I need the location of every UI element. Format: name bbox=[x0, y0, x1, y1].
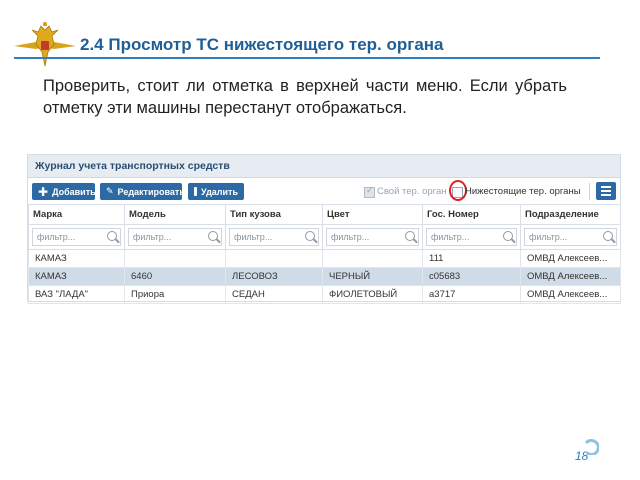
search-icon bbox=[503, 231, 513, 241]
cell-color bbox=[322, 249, 423, 268]
column-header-body-type[interactable]: Тип кузова bbox=[225, 204, 323, 225]
add-button-label: Добавить bbox=[52, 186, 96, 197]
trash-icon bbox=[194, 187, 198, 196]
filter-input-division[interactable]: фильтр... bbox=[524, 228, 617, 246]
page-arc-icon bbox=[584, 439, 599, 455]
cell-color: ЧЕРНЫЙ bbox=[322, 267, 423, 286]
plus-icon: ✚ bbox=[38, 184, 49, 199]
own-org-label: Свой тер. орган bbox=[377, 186, 447, 197]
filter-row: фильтр... фильтр... фильтр... фильтр... … bbox=[28, 224, 621, 250]
cell-plate: с05683 bbox=[422, 267, 521, 286]
column-header-division[interactable]: Подразделение bbox=[520, 204, 621, 225]
filter-input-color[interactable]: фильтр... bbox=[326, 228, 419, 246]
sub-org-label: Нижестоящие тер. органы bbox=[465, 186, 581, 197]
filter-placeholder: фильтр... bbox=[37, 232, 76, 242]
vehicle-table: Марка Модель Тип кузова Цвет Гос. Номер … bbox=[28, 204, 621, 304]
filter-input-body-type[interactable]: фильтр... bbox=[229, 228, 319, 246]
edit-button[interactable]: ✎ Редактировать bbox=[100, 183, 185, 200]
cell-color: ФИОЛЕТОВЫЙ bbox=[322, 285, 423, 304]
column-header-brand[interactable]: Марка bbox=[28, 204, 125, 225]
cell-model bbox=[124, 249, 226, 268]
cell-division: ОМВД Алексеев... bbox=[520, 285, 621, 304]
search-icon bbox=[305, 231, 315, 241]
cell-division: ОМВД Алексеев... bbox=[520, 249, 621, 268]
edit-icon: ✎ bbox=[106, 186, 114, 196]
cell-brand: КАМАЗ bbox=[28, 267, 125, 286]
delete-button-label: Удалить bbox=[201, 186, 238, 197]
filter-input-plate[interactable]: фильтр... bbox=[426, 228, 517, 246]
cell-division: ОМВД Алексеев... bbox=[520, 267, 621, 286]
vehicle-journal-panel: Журнал учета транспортных средств ✚ Доба… bbox=[27, 154, 621, 304]
filter-placeholder: фильтр... bbox=[234, 232, 273, 242]
title-underline bbox=[14, 57, 600, 59]
search-icon bbox=[208, 231, 218, 241]
table-row[interactable]: ВАЗ "ЛАДА" Приора СЕДАН ФИОЛЕТОВЫЙ а3717… bbox=[28, 285, 621, 304]
menu-icon[interactable] bbox=[596, 182, 616, 200]
column-header-model[interactable]: Модель bbox=[124, 204, 226, 225]
cell-brand: ВАЗ "ЛАДА" bbox=[28, 285, 125, 304]
cell-body-type bbox=[225, 249, 323, 268]
cell-model: 6460 bbox=[124, 267, 226, 286]
eagle-emblem-icon bbox=[14, 22, 76, 67]
table-row-selected[interactable]: КАМАЗ 6460 ЛЕСОВОЗ ЧЕРНЫЙ с05683 ОМВД Ал… bbox=[28, 267, 621, 286]
toolbar-divider bbox=[589, 183, 590, 200]
own-org-checkbox[interactable] bbox=[364, 185, 375, 198]
edit-button-label: Редактировать bbox=[117, 186, 185, 197]
filter-input-brand[interactable]: фильтр... bbox=[32, 228, 121, 246]
search-icon bbox=[107, 231, 117, 241]
search-icon bbox=[405, 231, 415, 241]
panel-title: Журнал учета транспортных средств bbox=[28, 155, 620, 178]
filter-placeholder: фильтр... bbox=[331, 232, 370, 242]
slide-instruction-text: Проверить, стоит ли отметка в верхней ча… bbox=[43, 77, 567, 117]
cell-plate: а3717 bbox=[422, 285, 521, 304]
add-button[interactable]: ✚ Добавить bbox=[32, 183, 96, 200]
cell-plate: 111 bbox=[422, 249, 521, 268]
cell-brand: КАМАЗ bbox=[28, 249, 125, 268]
filter-placeholder: фильтр... bbox=[133, 232, 172, 242]
column-header-plate[interactable]: Гос. Номер bbox=[422, 204, 521, 225]
search-icon bbox=[603, 231, 613, 241]
cell-body-type: ЛЕСОВОЗ bbox=[225, 267, 323, 286]
cell-model: Приора bbox=[124, 285, 226, 304]
filter-input-model[interactable]: фильтр... bbox=[128, 228, 222, 246]
filter-placeholder: фильтр... bbox=[529, 232, 568, 242]
column-header-color[interactable]: Цвет bbox=[322, 204, 423, 225]
table-row[interactable]: КАМАЗ 111 ОМВД Алексеев... bbox=[28, 249, 621, 268]
filter-placeholder: фильтр... bbox=[431, 232, 470, 242]
slide-title: 2.4 Просмотр ТС нижестоящего тер. органа bbox=[80, 35, 444, 54]
toolbar: ✚ Добавить ✎ Редактировать Удалить Свой … bbox=[28, 178, 620, 204]
cell-body-type: СЕДАН bbox=[225, 285, 323, 304]
delete-button[interactable]: Удалить bbox=[188, 183, 244, 200]
